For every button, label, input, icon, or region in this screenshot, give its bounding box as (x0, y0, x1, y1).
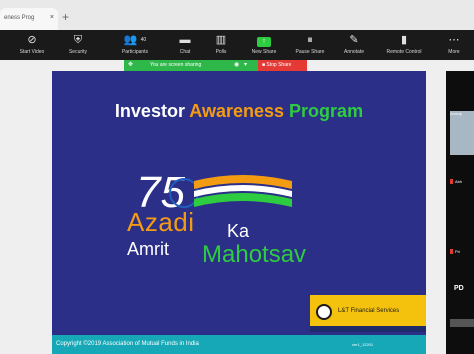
pause-share-button[interactable]: ⏸ Pause Share (290, 30, 330, 60)
muted-icon (450, 179, 453, 184)
logo-text-amrit: Amrit (127, 239, 169, 259)
chat-button[interactable]: ▬ Chat (170, 30, 200, 60)
start-video-button[interactable]: ⊘ Start Video (12, 30, 52, 60)
browser-tab-strip: eness Prog × + (0, 0, 474, 30)
more-icon: ⋯ (448, 34, 460, 46)
participant-video-thumbnail[interactable] (450, 111, 474, 155)
logo-text-azadi: Azadi (127, 207, 195, 237)
logo-text-ka: Ka (227, 221, 250, 241)
security-button[interactable]: ⛨ Security (60, 30, 96, 60)
muted-icon (450, 249, 453, 254)
participants-strip: Anuraj Abh Pri PD (446, 71, 474, 354)
sponsor-name: L&T Financial Services (338, 308, 400, 314)
video-off-icon: ⊘ (27, 34, 37, 46)
remote-control-icon: ▮ (400, 34, 408, 46)
sponsor-panel: L&T Financial Services (310, 295, 426, 332)
remote-control-button[interactable]: ▮ Remote Control (378, 30, 430, 60)
sharing-status-text: You are screen sharing (150, 62, 202, 68)
sharing-status-bar: ✥ You are screen sharing ◉ ▾ (124, 60, 258, 71)
shared-slide: Investor Awareness Program 75 Azadi Ka A… (52, 71, 426, 354)
screen-sharing-banner: ✥ You are screen sharing ◉ ▾ ■ Stop Shar… (124, 60, 307, 71)
participant-name: Abh (455, 179, 463, 184)
drag-handle-icon[interactable]: ✥ (128, 60, 133, 71)
slide-code: ver1_12201 (352, 342, 374, 347)
zoom-screen-share-window: eness Prog × + ⊘ Start Video ⛨ Security … (0, 0, 474, 354)
polls-icon: ▥ (215, 34, 227, 46)
stop-icon: ■ (262, 62, 266, 68)
participant-count: 40 (140, 37, 147, 43)
slide-title: Investor Awareness Program (114, 101, 364, 121)
participant-initials: PD (454, 285, 464, 292)
pencil-icon: ✎ (349, 34, 359, 46)
flag-green-stripe (194, 193, 292, 207)
close-icon[interactable]: × (50, 14, 54, 21)
annotate-button[interactable]: ✎ Annotate (336, 30, 372, 60)
screen-sharing-icon: ◉ (234, 62, 240, 68)
chat-icon: ▬ (179, 34, 191, 46)
browser-tab-title: eness Prog (4, 15, 35, 21)
participant-tile[interactable] (450, 319, 474, 327)
browser-tab[interactable]: eness Prog × (0, 8, 58, 30)
meeting-toolbar: ⊘ Start Video ⛨ Security 👥 40 Participan… (0, 30, 474, 60)
participant-name: Anuraj (450, 111, 462, 116)
new-tab-button[interactable]: + (62, 11, 69, 23)
stop-share-button[interactable]: ■ Stop Share (258, 60, 307, 71)
pause-icon: ⏸ (307, 34, 313, 46)
new-share-icon: ↑ (244, 33, 284, 47)
more-button[interactable]: ⋯ More (440, 30, 468, 60)
lt-logo-icon (316, 304, 332, 320)
logo-text-mahotsav: Mahotsav (202, 241, 307, 268)
polls-button[interactable]: ▥ Polls (206, 30, 236, 60)
slide-footer: Copyright ©2019 Association of Mutual Fu… (52, 335, 426, 354)
chevron-down-icon[interactable]: ▾ (244, 60, 247, 71)
participant-name: Pri (455, 249, 460, 254)
shield-icon: ⛨ (73, 34, 83, 46)
copyright-text: Copyright ©2019 Association of Mutual Fu… (56, 341, 199, 347)
participants-icon: 👥 40 (123, 34, 147, 46)
participants-button[interactable]: 👥 40 Participants (112, 30, 158, 60)
new-share-button[interactable]: ↑ New Share (244, 30, 284, 60)
